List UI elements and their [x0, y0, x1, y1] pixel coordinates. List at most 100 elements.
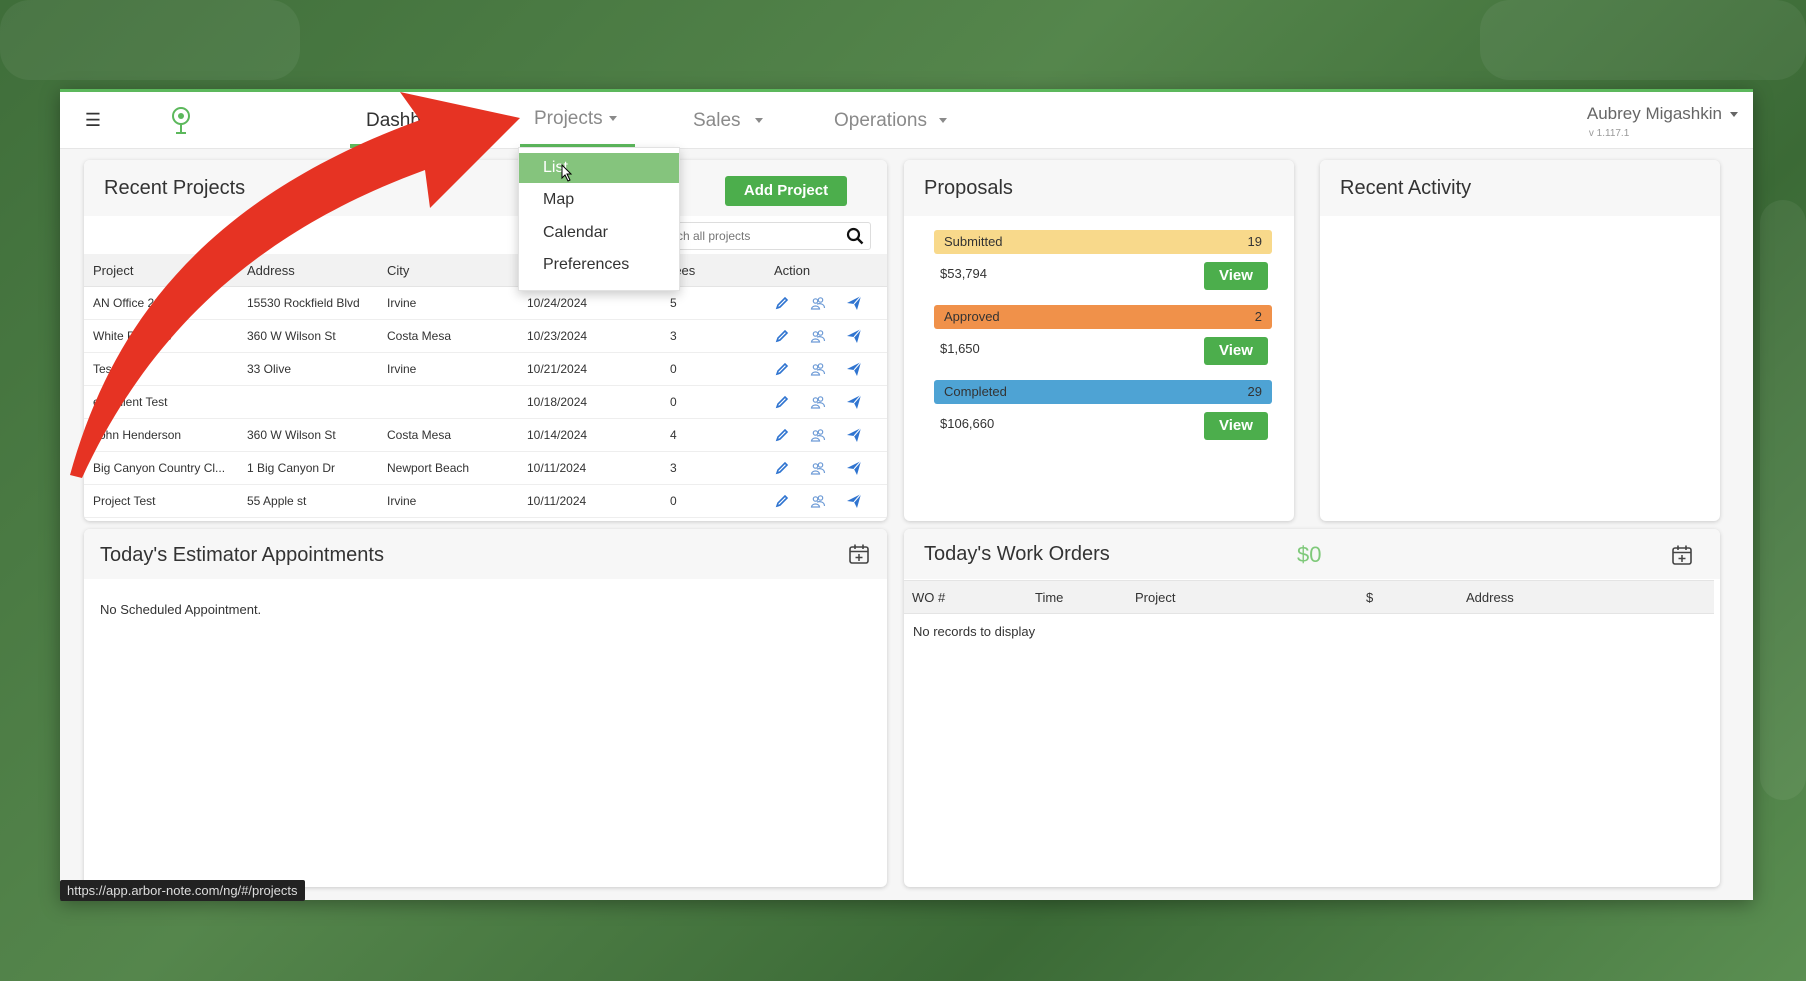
table-row[interactable]: White R dence 360 W Wilson St Costa Mesa 10…	[84, 319, 887, 353]
edit-pencil-icon[interactable]	[774, 460, 790, 476]
city-cell: Costa Mesa	[378, 319, 518, 353]
proposal-status-label: Completed	[944, 384, 1007, 399]
action-cell	[765, 352, 887, 386]
dropdown-item-preferences[interactable]: Preferences	[519, 250, 679, 280]
background-decoration	[0, 0, 300, 80]
edit-pencil-icon[interactable]	[774, 493, 790, 509]
recent-projects-title: Recent Projects	[104, 177, 246, 199]
send-icon[interactable]	[846, 427, 862, 443]
city-cell: Newport Beach	[378, 451, 518, 485]
city-cell	[378, 385, 518, 419]
edit-pencil-icon[interactable]	[774, 361, 790, 377]
action-cell	[765, 418, 887, 452]
table-row[interactable]: Big Canyon Country Cl... 1 Big Canyon Dr N…	[84, 451, 887, 485]
send-icon[interactable]	[846, 361, 862, 377]
dropdown-item-map[interactable]: Map	[519, 185, 679, 215]
trees-cell: 0	[661, 352, 765, 386]
status-bar-url: https://app.arbor-note.com/ng/#/projects	[60, 880, 305, 901]
table-header-row: WO # Time Project $ Address	[904, 580, 1714, 614]
date-cell: 10/21/2024	[518, 352, 661, 386]
no-appointments-message: No Scheduled Appointment.	[100, 602, 262, 617]
proposal-status-bar[interactable]: Submitted 19	[934, 230, 1272, 254]
add-project-button[interactable]: Add Project	[725, 176, 847, 206]
edit-pencil-icon[interactable]	[774, 295, 790, 311]
trees-cell: 3	[661, 319, 765, 353]
table-row[interactable]: John Henderson 360 W Wilson St Costa Mesa 1…	[84, 418, 887, 452]
project-cell: AN Office 20	[84, 286, 238, 320]
tree-logo-icon[interactable]	[168, 106, 194, 134]
view-proposals-button[interactable]: View	[1204, 262, 1268, 290]
view-proposals-button[interactable]: View	[1204, 412, 1268, 440]
mouse-cursor-icon	[561, 164, 573, 182]
nav-sales[interactable]: Sales	[693, 110, 763, 132]
send-icon[interactable]	[846, 493, 862, 509]
send-icon[interactable]	[846, 460, 862, 476]
proposal-count-badge: 2	[1254, 309, 1262, 324]
table-row[interactable]: ew Client Test 10/18/2024 0	[84, 385, 887, 419]
column-header[interactable]: Address	[238, 254, 378, 287]
search-box	[666, 222, 871, 250]
table-row[interactable]: Tes 33 Olive Irvine 10/21/2024 0	[84, 352, 887, 386]
column-header[interactable]: $	[1358, 580, 1458, 614]
chevron-down-icon	[1730, 112, 1738, 118]
column-header[interactable]: WO #	[904, 580, 1027, 614]
trees-cell: 0	[661, 385, 765, 419]
client-share-icon[interactable]	[810, 295, 826, 311]
nav-sales-label: Sales	[693, 110, 741, 131]
send-icon[interactable]	[846, 295, 862, 311]
action-cell	[765, 385, 887, 419]
column-header[interactable]: Time	[1027, 580, 1127, 614]
client-share-icon[interactable]	[810, 493, 826, 509]
edit-pencil-icon[interactable]	[774, 328, 790, 344]
proposal-status-bar[interactable]: Approved 2	[934, 305, 1272, 329]
chevron-down-icon	[754, 118, 763, 124]
table-row[interactable]: Project Test 55 Apple st Irvine 10/11/2024 0	[84, 484, 887, 518]
client-share-icon[interactable]	[810, 361, 826, 377]
search-input[interactable]	[671, 225, 835, 247]
column-header[interactable]: Address	[1458, 580, 1714, 614]
trees-cell: 4	[661, 418, 765, 452]
edit-pencil-icon[interactable]	[774, 394, 790, 410]
project-cell: Big Canyon Country Cl...	[84, 451, 238, 485]
dropdown-item-calendar[interactable]: Calendar	[519, 218, 679, 248]
work-orders-total: $0	[1297, 542, 1322, 567]
nav-operations[interactable]: Operations	[834, 110, 947, 132]
estimator-appointments-title: Today's Estimator Appointments	[100, 544, 384, 566]
table-row[interactable]: AN Office 20 15530 Rockfield Blvd Irvine 10…	[84, 286, 887, 320]
dropdown-item-list[interactable]: List	[519, 153, 679, 183]
user-menu[interactable]: Aubrey Migashkin v 1.117.1	[1587, 104, 1738, 139]
column-header[interactable]: City	[378, 254, 518, 287]
client-share-icon[interactable]	[810, 394, 826, 410]
calendar-add-icon[interactable]	[1671, 544, 1693, 566]
proposal-status-label: Approved	[944, 309, 1000, 324]
trees-cell: 5	[661, 286, 765, 320]
search-icon[interactable]	[846, 227, 864, 245]
nav-projects[interactable]: Projects	[534, 108, 617, 130]
client-share-icon[interactable]	[810, 427, 826, 443]
view-proposals-button[interactable]: View	[1204, 337, 1268, 365]
send-icon[interactable]	[846, 328, 862, 344]
city-cell: Irvine	[378, 352, 518, 386]
edit-pencil-icon[interactable]	[774, 427, 790, 443]
recent-projects-card: Recent Projects Add Project Project Addr…	[84, 160, 887, 521]
project-cell: Tes	[84, 352, 238, 386]
work-orders-title: Today's Work Orders	[924, 543, 1110, 565]
recent-activity-title: Recent Activity	[1340, 177, 1472, 199]
calendar-add-icon[interactable]	[848, 543, 870, 565]
column-header[interactable]: Project	[1127, 580, 1358, 614]
proposal-count-badge: 19	[1247, 234, 1262, 249]
app-window: ☰ Dashboard Projects Sales Operations Au…	[60, 89, 1753, 900]
nav-projects-label: Projects	[534, 108, 603, 129]
work-orders-table: WO # Time Project $ Address	[904, 580, 1714, 614]
menu-icon[interactable]: ☰	[82, 110, 104, 130]
nav-dashboard-label: Dashboard	[366, 110, 459, 131]
nav-dashboard[interactable]: Dashboard	[366, 110, 459, 132]
estimator-appointments-card: Today's Estimator Appointments No Schedu…	[84, 529, 887, 887]
client-share-icon[interactable]	[810, 460, 826, 476]
user-name[interactable]: Aubrey Migashkin	[1587, 104, 1738, 124]
date-cell: 10/11/2024	[518, 451, 661, 485]
proposal-status-bar[interactable]: Completed 29	[934, 380, 1272, 404]
client-share-icon[interactable]	[810, 328, 826, 344]
send-icon[interactable]	[846, 394, 862, 410]
column-header[interactable]: Project	[84, 254, 238, 287]
